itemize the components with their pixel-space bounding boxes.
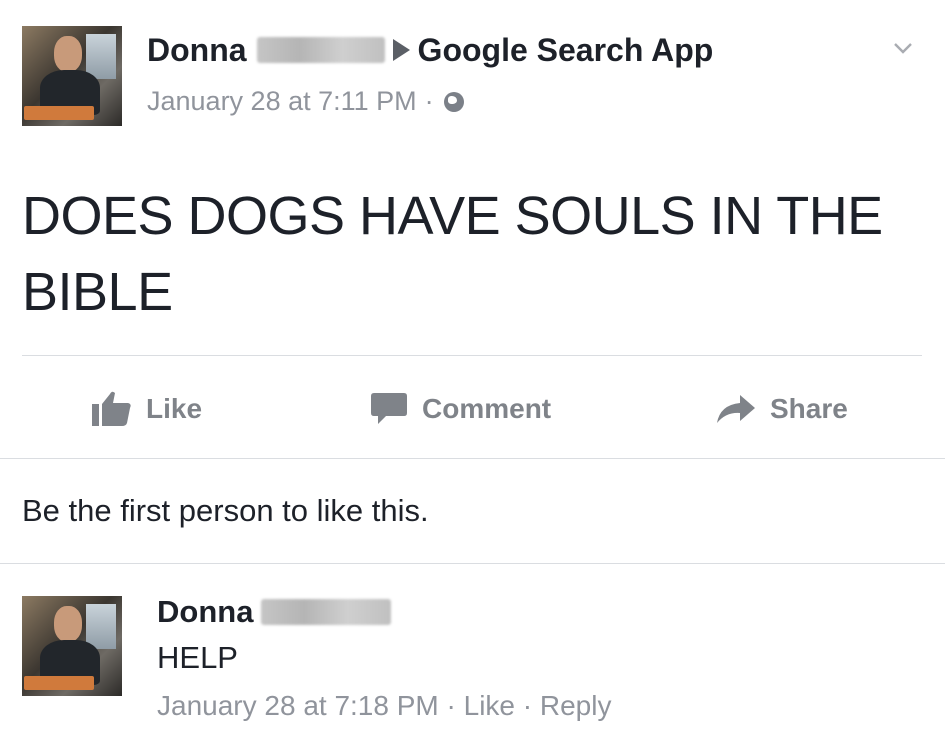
- divider: [22, 355, 922, 356]
- meta-separator: ·: [446, 690, 456, 721]
- meta-separator: ·: [424, 86, 434, 116]
- author-avatar[interactable]: [22, 26, 122, 126]
- redacted-surname: [256, 37, 385, 63]
- divider: [0, 458, 945, 459]
- redacted-surname: [261, 599, 392, 625]
- share-button[interactable]: Share: [716, 388, 848, 430]
- share-label: Share: [770, 393, 848, 424]
- share-arrow-icon: [717, 395, 755, 423]
- like-button[interactable]: Like: [92, 388, 202, 430]
- comment-button[interactable]: Comment: [370, 388, 551, 430]
- post-timestamp[interactable]: January 28 at 7:11 PM: [147, 86, 417, 117]
- comment-reply-link[interactable]: Reply: [540, 690, 612, 721]
- arrow-icon: [392, 39, 410, 61]
- likes-summary: Be the first person to like this.: [22, 493, 429, 528]
- meta-separator: ·: [522, 690, 533, 721]
- target-page-name[interactable]: Google Search App: [418, 32, 714, 69]
- chevron-down-icon[interactable]: [893, 38, 913, 58]
- post-body: DOES DOGS HAVE SOULS IN THE BIBLE: [22, 186, 883, 322]
- post-header: Donna Google Search App: [147, 30, 713, 70]
- globe-icon[interactable]: [443, 91, 464, 112]
- comment-meta: January 28 at 7:18 PM · Like · Reply: [157, 690, 611, 722]
- commenter-avatar[interactable]: [22, 596, 122, 696]
- thumbs-up-icon: [92, 391, 131, 426]
- comment-bubble-icon: [371, 393, 407, 424]
- divider: [0, 563, 945, 564]
- author-name[interactable]: Donna: [147, 32, 247, 69]
- comment-text: HELP: [157, 640, 238, 675]
- post-meta: January 28 at 7:11 PM ·: [147, 86, 464, 117]
- comment-author-name[interactable]: Donna: [157, 594, 253, 630]
- comment-like-link[interactable]: Like: [464, 690, 515, 721]
- comment-timestamp[interactable]: January 28 at 7:18 PM: [157, 690, 439, 721]
- comment-header: Donna: [157, 594, 392, 630]
- comment-label: Comment: [422, 393, 552, 424]
- like-label: Like: [146, 393, 203, 424]
